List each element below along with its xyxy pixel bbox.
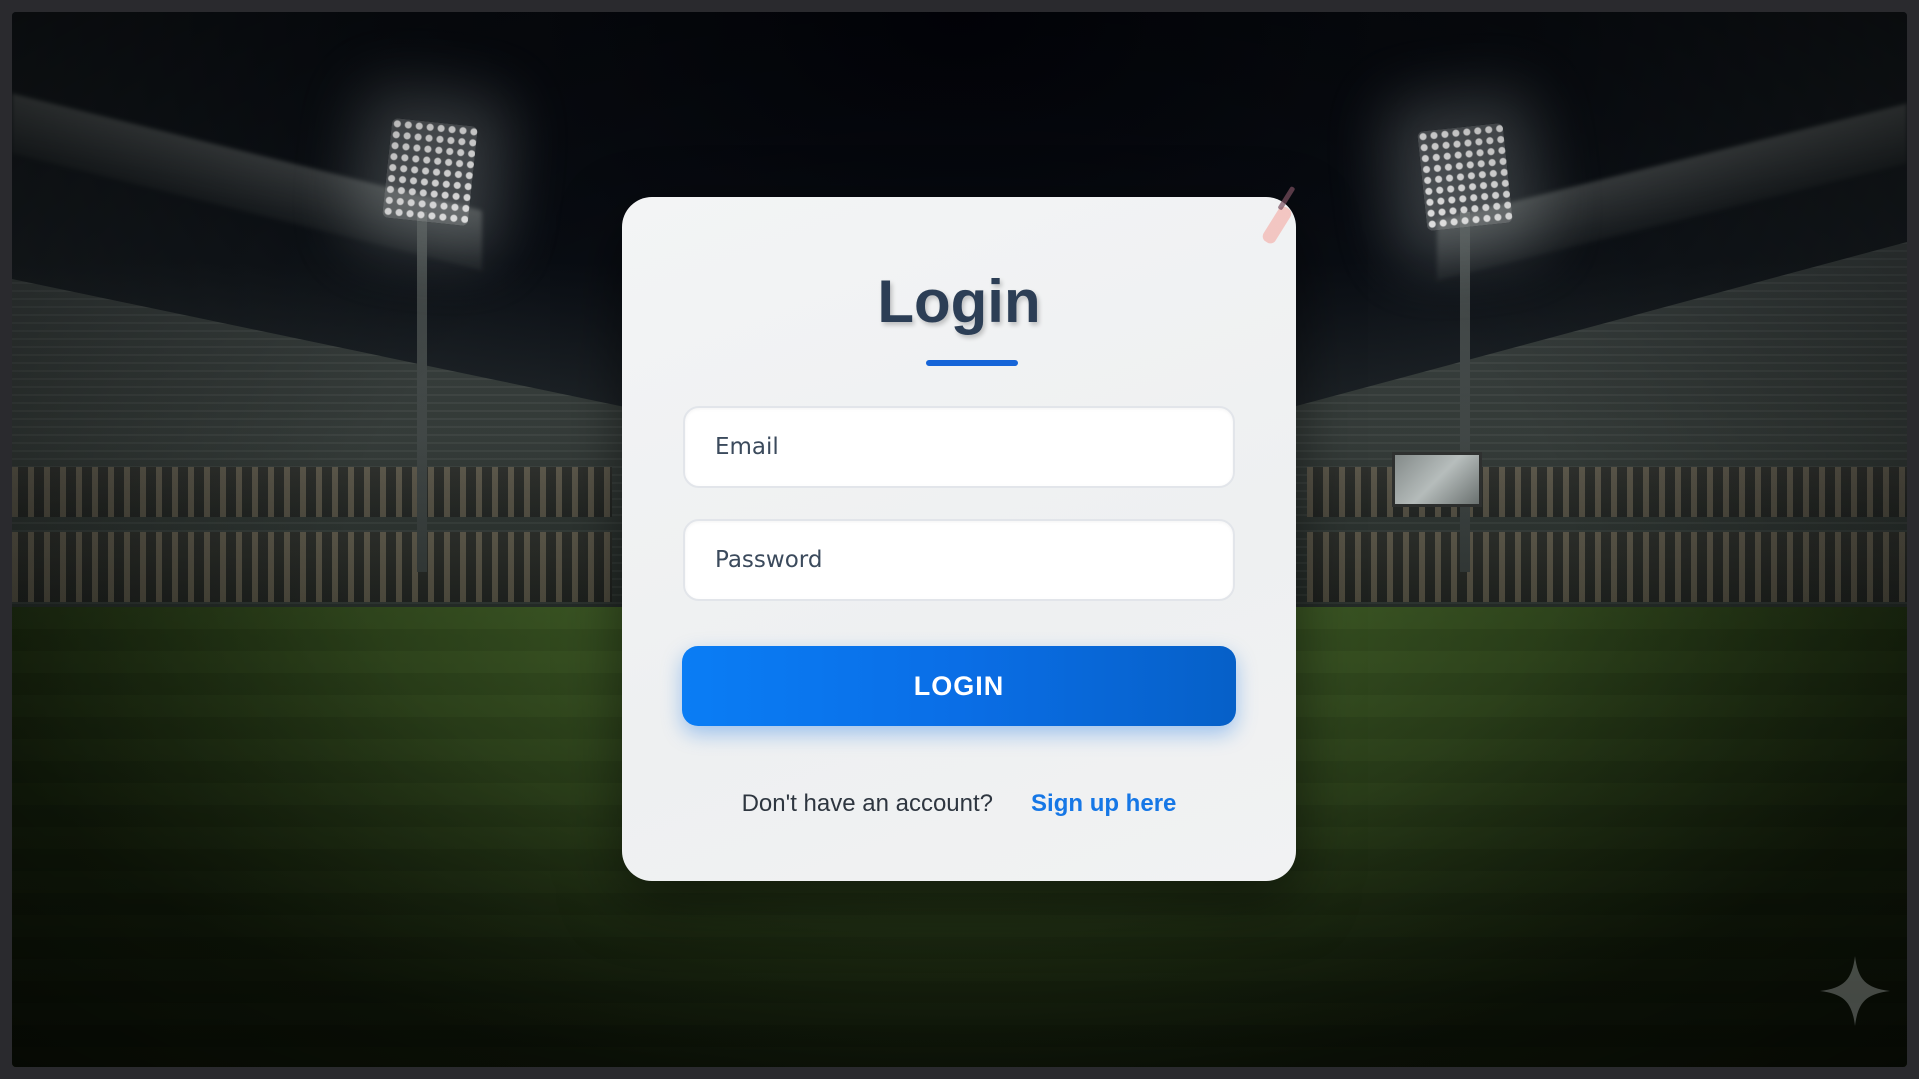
app-window: Login LOGIN Don't have an account? Sign u… [12, 12, 1907, 1067]
login-button[interactable]: LOGIN [682, 646, 1236, 726]
signup-link[interactable]: Sign up here [1031, 790, 1176, 817]
login-title: Login [877, 268, 1041, 335]
signup-prompt: Don't have an account? [741, 790, 994, 817]
email-field[interactable] [683, 406, 1235, 488]
password-field[interactable] [683, 519, 1235, 601]
login-card: Login LOGIN Don't have an account? Sign u… [622, 186, 1296, 881]
signup-row: Don't have an account? Sign up here [622, 790, 1296, 818]
title-underline [926, 360, 1018, 366]
cricket-bat-icon [1256, 183, 1304, 253]
sparkle-icon [1818, 954, 1892, 1028]
